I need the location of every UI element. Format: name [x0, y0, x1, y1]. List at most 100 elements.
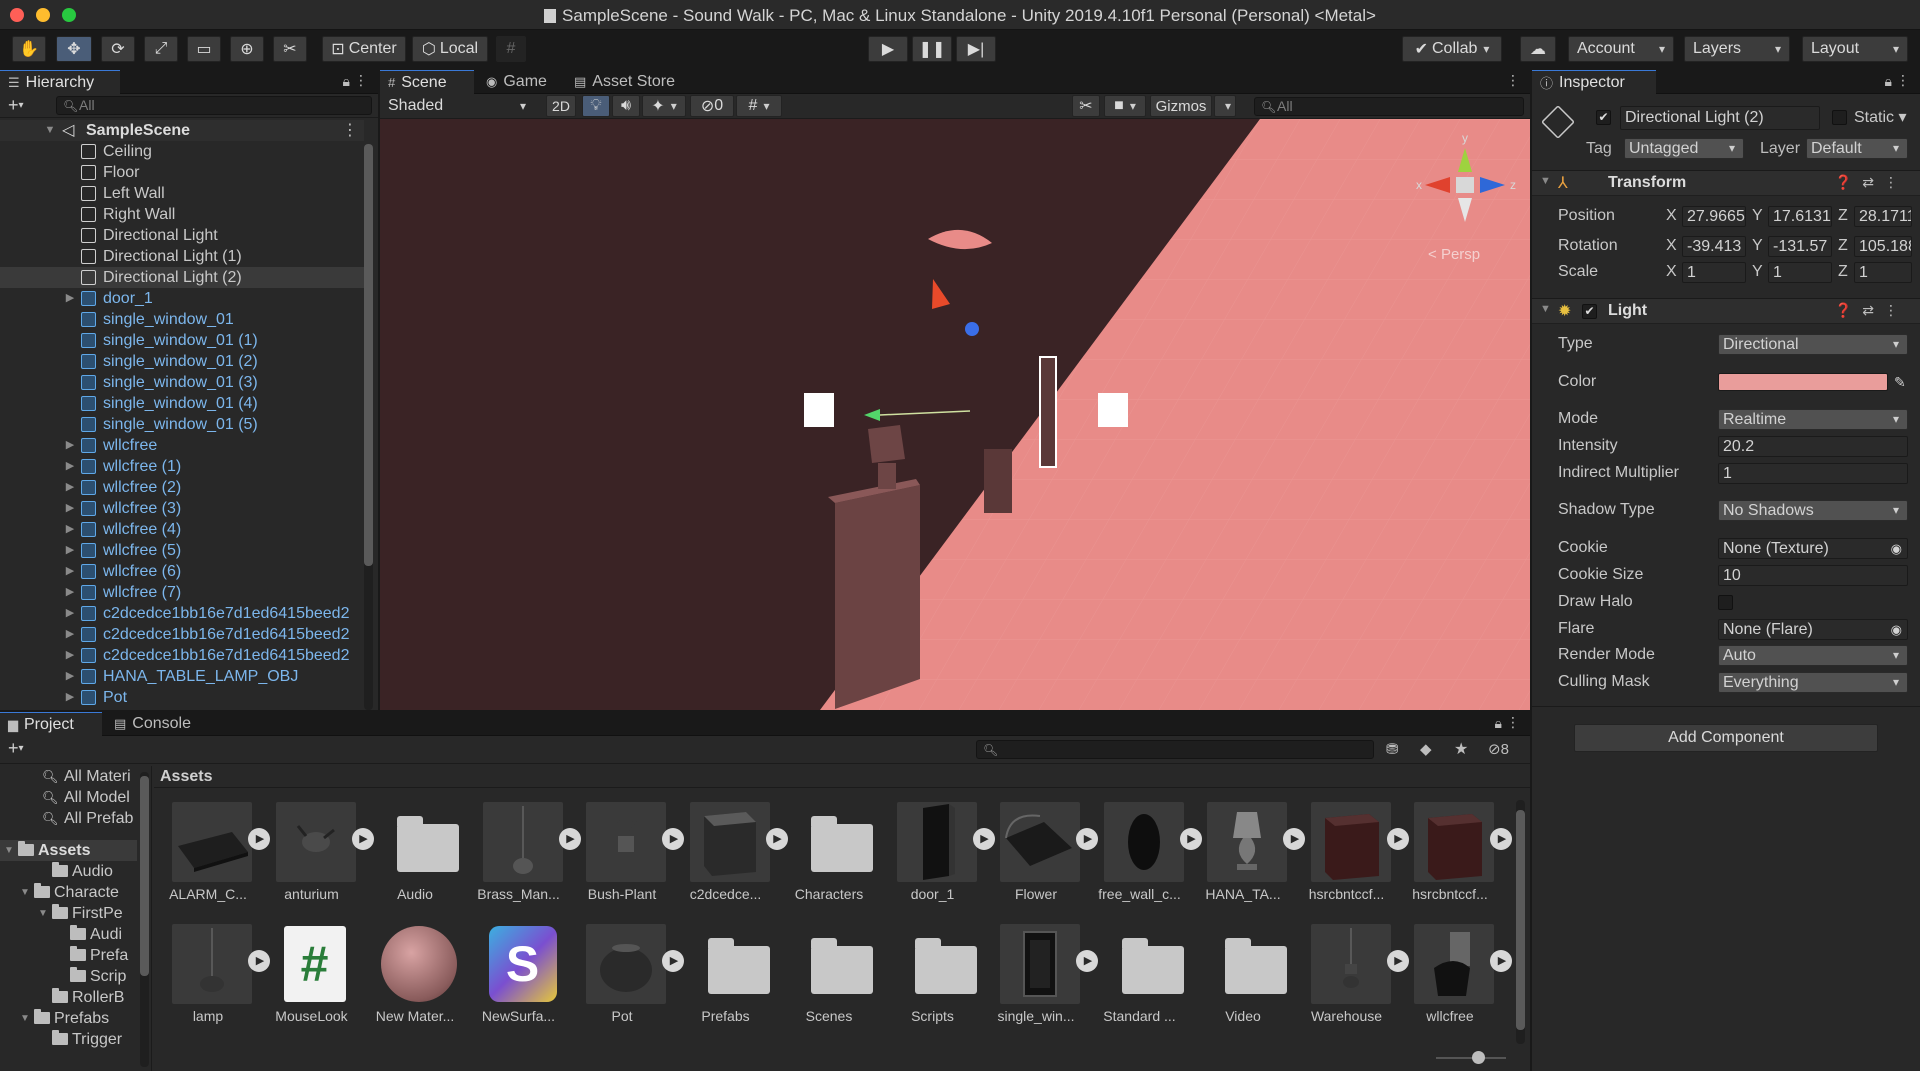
expand-arrow-icon[interactable]: ▼ [20, 1008, 30, 1029]
scene-orientation-gizmo[interactable]: y x z [1410, 130, 1520, 240]
collapse-arrow-icon[interactable]: ▼ [1540, 303, 1551, 315]
hierarchy-item[interactable]: Directional Light (1) [0, 246, 364, 267]
thumbnail-size-slider-handle[interactable] [1472, 1051, 1485, 1064]
lighting-toggle[interactable]: 💡︎ [582, 95, 610, 117]
expand-asset-play-icon[interactable]: ▶ [1490, 828, 1512, 850]
expand-arrow-icon[interactable]: ▶ [64, 603, 76, 624]
asset-item[interactable]: Prefabs [678, 918, 774, 1034]
asset-item[interactable]: ▶ Bush-Plant [574, 796, 684, 912]
rotation-x-field[interactable]: -39.413 [1682, 236, 1746, 257]
hierarchy-scroll-thumb[interactable] [364, 144, 373, 566]
expand-arrow-icon[interactable]: ▶ [64, 519, 76, 540]
camera-dropdown[interactable]: ■ [1104, 95, 1146, 117]
collapse-arrow-icon[interactable]: ▼ [1540, 175, 1551, 187]
asset-item[interactable]: Video [1195, 918, 1291, 1034]
effects-dropdown[interactable]: ✦ [642, 95, 686, 117]
eyedropper-icon[interactable]: ✎ [1894, 370, 1906, 394]
hierarchy-item[interactable]: single_window_01 (2) [0, 351, 364, 372]
hierarchy-item[interactable]: ▶ door_1 [0, 288, 364, 309]
hidden-objects-toggle[interactable]: ⊘ 0 [690, 95, 734, 117]
expand-arrow-icon[interactable]: ▶ [64, 666, 76, 687]
expand-arrow-icon[interactable]: ▼ [44, 120, 56, 141]
active-checkbox[interactable]: ✔ [1596, 110, 1611, 125]
object-name-field[interactable]: Directional Light (2) [1620, 106, 1820, 130]
collab-dropdown[interactable]: ✔ Collab [1402, 36, 1502, 62]
asset-item[interactable]: ▶ anturium [264, 796, 374, 912]
component-header-icons[interactable]: ❓⇄⋮ [1835, 302, 1908, 319]
filter-by-label-icon[interactable]: ◆ [1420, 740, 1432, 758]
hierarchy-item[interactable]: ▶ wllcfree (7) [0, 582, 364, 603]
panel-menu-icon[interactable]: ⋮ [1506, 714, 1520, 731]
tab-scene[interactable]: # Scene [380, 70, 474, 94]
grid-snap-button[interactable]: # [496, 36, 526, 62]
tag-dropdown[interactable]: Untagged [1624, 138, 1744, 159]
hierarchy-item[interactable]: ▶ c2dcedce1bb16e7d1ed6415beed2 [0, 645, 364, 666]
expand-arrow-icon[interactable]: ▼ [38, 903, 48, 924]
hierarchy-item[interactable]: single_window_01 (1) [0, 330, 364, 351]
draw-halo-checkbox[interactable] [1718, 595, 1733, 610]
hierarchy-item[interactable]: ▶ wllcfree (5) [0, 540, 364, 561]
audio-toggle[interactable]: 🔊︎ [612, 95, 640, 117]
folder-tree-item[interactable]: Trigger [0, 1029, 137, 1050]
hierarchy-search-input[interactable]: 🔍︎ All [56, 96, 372, 115]
folder-tree-item[interactable]: Audio [0, 861, 137, 882]
folder-tree-item[interactable]: ▼ Assets [0, 840, 137, 861]
custom-tool-button[interactable]: ✂ [273, 36, 307, 62]
cookie-field[interactable]: None (Texture) ◉ [1718, 538, 1908, 559]
expand-arrow-icon[interactable]: ▶ [64, 624, 76, 645]
expand-arrow-icon[interactable]: ▶ [64, 456, 76, 477]
hierarchy-item[interactable]: ▶ HANA_TABLE_LAMP_OBJ [0, 666, 364, 687]
hierarchy-item[interactable]: ▶ wllcfree (3) [0, 498, 364, 519]
saved-search-item[interactable]: 🔍︎ All Prefab [0, 808, 137, 829]
tab-project[interactable]: ▆ Project [0, 712, 102, 736]
pivot-center-button[interactable]: ⊡ Center [322, 36, 406, 62]
hierarchy-item[interactable]: single_window_01 (5) [0, 414, 364, 435]
folder-tree-item[interactable]: RollerB [0, 987, 137, 1008]
render-mode-dropdown[interactable]: Auto [1718, 645, 1908, 666]
asset-item[interactable]: S NewSurfa... [471, 918, 567, 1034]
hierarchy-item[interactable]: ▶ Pot [0, 687, 364, 708]
tab-inspector[interactable]: ⓘ Inspector [1532, 70, 1656, 94]
panel-menu-icon[interactable]: ⋮ [1506, 72, 1520, 89]
type-dropdown[interactable]: Directional [1718, 334, 1908, 355]
folder-tree-item[interactable]: Prefa [0, 945, 137, 966]
intensity-field[interactable]: 20.2 [1718, 436, 1908, 457]
favorite-star-icon[interactable]: ★ [1454, 739, 1468, 759]
hierarchy-item[interactable]: single_window_01 [0, 309, 364, 330]
gizmo-neg-y-axis[interactable] [1458, 198, 1472, 222]
color-swatch[interactable] [1718, 373, 1888, 391]
tree-scroll-thumb[interactable] [140, 776, 149, 976]
expand-arrow-icon[interactable]: ▶ [64, 498, 76, 519]
indirect-multiplier-field[interactable]: 1 [1718, 463, 1908, 484]
rotation-z-field[interactable]: 105.188 [1854, 236, 1912, 257]
persp-label[interactable]: < Persp [1428, 246, 1480, 263]
expand-arrow-icon[interactable]: ▶ [64, 582, 76, 603]
rotation-y-field[interactable]: -131.57 [1768, 236, 1832, 257]
shadow-type-dropdown[interactable]: No Shadows [1718, 500, 1908, 521]
panel-menu-icon[interactable]: ⋮ [1896, 72, 1910, 89]
hierarchy-item[interactable]: Directional Light [0, 225, 364, 246]
tab-hierarchy[interactable]: ☰ Hierarchy [0, 70, 120, 94]
saved-search-item[interactable]: 🔍︎ All Model [0, 787, 137, 808]
position-z-field[interactable]: 28.1711 [1854, 206, 1912, 227]
hierarchy-item[interactable]: ▶ c2dcedce1bb16e7d1ed6415beed2 [0, 603, 364, 624]
asset-item[interactable]: ▶ c2dcedce... [678, 796, 788, 912]
hierarchy-item[interactable]: ▶ wllcfree (1) [0, 456, 364, 477]
rect-tool-button[interactable]: ▭ [187, 36, 221, 62]
create-plus-button[interactable]: +▾ [8, 738, 24, 759]
create-plus-button[interactable]: +▾ [8, 95, 24, 116]
asset-item[interactable]: ▶ lamp [160, 918, 270, 1034]
cloud-button[interactable]: ☁ [1520, 36, 1556, 62]
scene-viewport[interactable] [380, 119, 1530, 710]
hand-tool-button[interactable]: ✋ [12, 36, 46, 62]
account-dropdown[interactable]: Account [1568, 36, 1674, 62]
hierarchy-item[interactable]: ▶ wllcfree (2) [0, 477, 364, 498]
culling-mask-dropdown[interactable]: Everything [1718, 672, 1908, 693]
asset-item[interactable]: ▶ hsrcbntccf... [1402, 796, 1512, 912]
hierarchy-item[interactable]: ▶ wllcfree (6) [0, 561, 364, 582]
expand-arrow-icon[interactable]: ▶ [64, 561, 76, 582]
cookie-size-field[interactable]: 10 [1718, 565, 1908, 586]
layers-dropdown[interactable]: Layers [1684, 36, 1790, 62]
expand-arrow-icon[interactable]: ▶ [64, 540, 76, 561]
tab-console[interactable]: ▤ Console [106, 712, 214, 736]
